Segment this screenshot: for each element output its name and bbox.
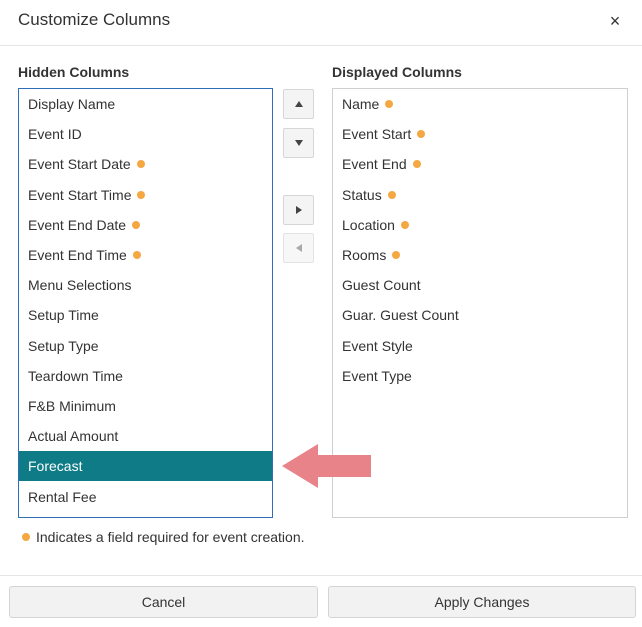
required-dot-icon: [136, 160, 145, 169]
displayed-column-list-item[interactable]: Event Style: [333, 331, 627, 361]
hidden-column-list-item[interactable]: Forecast: [19, 451, 272, 482]
required-footnote: Indicates a field required for event cre…: [22, 529, 305, 545]
hidden-column-list-item[interactable]: Actual Amount: [19, 421, 272, 451]
apply-changes-button[interactable]: Apply Changes: [328, 586, 636, 618]
dialog-header: Customize Columns ×: [0, 0, 642, 46]
displayed-column-list-item[interactable]: Event Type: [333, 361, 627, 391]
required-dot-icon: [387, 190, 396, 199]
close-icon[interactable]: ×: [606, 10, 624, 32]
list-item-label: Status: [342, 186, 382, 203]
triangle-up-icon: [294, 101, 303, 107]
hidden-column-list-item[interactable]: Event End Date: [19, 210, 272, 240]
displayed-column-list-item[interactable]: Guar. Guest Count: [333, 300, 627, 330]
list-item-label: Event Start Time: [28, 186, 132, 203]
move-up-button[interactable]: [283, 89, 314, 119]
hidden-column-list-item[interactable]: Setup Type: [19, 331, 272, 361]
required-dot-icon: [400, 220, 409, 229]
required-dot-icon: [392, 251, 401, 260]
list-item-label: Rental Fee: [28, 488, 97, 505]
hidden-column-list-item[interactable]: Rental Fee: [19, 481, 272, 511]
dialog-title: Customize Columns: [18, 10, 171, 29]
displayed-column-list-item[interactable]: Rooms: [333, 240, 627, 270]
required-dot-icon: [137, 190, 146, 199]
required-dot-icon: [22, 533, 30, 541]
hidden-column-list-item[interactable]: Setup Time: [19, 300, 272, 330]
triangle-down-icon: [294, 140, 303, 146]
hidden-column-list-item[interactable]: Event ID: [19, 119, 272, 149]
hidden-columns-label: Hidden Columns: [18, 64, 130, 80]
required-dot-icon: [412, 160, 421, 169]
displayed-column-list-item[interactable]: Location: [333, 210, 627, 240]
hidden-column-list-item[interactable]: Event End Time: [19, 240, 272, 270]
required-dot-icon: [385, 100, 394, 109]
list-item-label: Event ID: [28, 126, 82, 143]
required-dot-icon: [132, 220, 141, 229]
list-item-label: Display Name: [28, 96, 116, 113]
list-item-label: Location: [342, 216, 395, 233]
footnote-text: Indicates a field required for event cre…: [36, 529, 305, 545]
displayed-column-list-item[interactable]: Status: [333, 180, 627, 210]
displayed-column-list-item[interactable]: Guest Count: [333, 270, 627, 300]
hidden-column-list-item[interactable]: Teardown Time: [19, 361, 272, 391]
hidden-columns-list[interactable]: Display Name Event ID Event Start Date Even…: [18, 88, 273, 518]
list-item-label: F&B Minimum: [28, 397, 116, 414]
displayed-column-list-item[interactable]: Event End: [333, 149, 627, 179]
displayed-column-list-item[interactable]: Event Start: [333, 119, 627, 149]
list-item-label: Event Type: [342, 367, 412, 384]
list-item-label: Event End Time: [28, 247, 127, 264]
move-to-displayed-button[interactable]: [283, 195, 314, 225]
list-item-label: Name: [342, 96, 380, 113]
displayed-columns-list[interactable]: Name Event Start Event End Status Location Ro…: [332, 88, 628, 518]
pointer-arrow-icon: [282, 444, 371, 488]
required-dot-icon: [132, 251, 141, 260]
list-item-label: Event End Date: [28, 216, 127, 233]
list-item-label: Guest Count: [342, 277, 421, 294]
required-dot-icon: [417, 130, 426, 139]
list-item-label: Event Start Date: [28, 156, 131, 173]
hidden-column-list-item[interactable]: Event Start Time: [19, 180, 272, 210]
list-item-label: Guar. Guest Count: [342, 307, 459, 324]
triangle-right-icon: [295, 206, 302, 214]
hidden-column-list-item[interactable]: Event Start Date: [19, 149, 272, 179]
hidden-column-list-item[interactable]: Menu Selections: [19, 270, 272, 300]
displayed-column-list-item[interactable]: Name: [333, 89, 627, 119]
cancel-button[interactable]: Cancel: [9, 586, 318, 618]
list-item-label: Rooms: [342, 247, 387, 264]
triangle-left-icon: [295, 244, 302, 252]
list-item-label: Event End: [342, 156, 407, 173]
hidden-column-list-item[interactable]: Display Name: [19, 89, 272, 119]
list-item-label: Menu Selections: [28, 277, 132, 294]
displayed-columns-label: Displayed Columns: [332, 64, 462, 80]
move-to-hidden-button[interactable]: [283, 233, 314, 263]
list-item-label: Event Style: [342, 337, 413, 354]
list-item-label: Setup Type: [28, 337, 99, 354]
list-item-label: Teardown Time: [28, 367, 123, 384]
list-item-label: Actual Amount: [28, 428, 119, 445]
move-down-button[interactable]: [283, 128, 314, 158]
hidden-column-list-item[interactable]: F&B Minimum: [19, 391, 272, 421]
list-item-label: Event Start: [342, 126, 412, 143]
list-item-label: Forecast: [28, 458, 83, 475]
list-item-label: Setup Time: [28, 307, 99, 324]
